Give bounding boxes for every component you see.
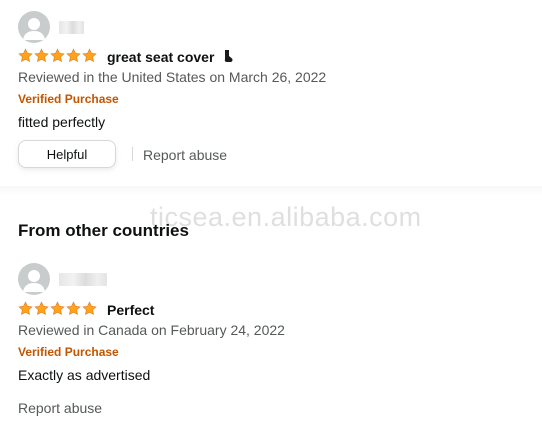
user-silhouette-icon: [23, 270, 45, 292]
section-divider: [0, 186, 542, 196]
star-icon: [34, 301, 49, 315]
section-heading: From other countries: [18, 221, 189, 240]
report-abuse-link[interactable]: Report abuse: [18, 400, 102, 416]
reviewer-avatar: [18, 11, 50, 43]
review-date: Reviewed in Canada on February 24, 2022: [18, 322, 285, 338]
review-date: Reviewed in the United States on March 2…: [18, 69, 327, 85]
star-icon: [66, 48, 81, 62]
reviewer-name-redacted: [59, 273, 107, 286]
review-body: Exactly as advertised: [18, 367, 151, 383]
helpful-button[interactable]: Helpful: [18, 140, 116, 168]
verified-purchase-badge[interactable]: Verified Purchase: [18, 92, 119, 106]
reviewer-avatar: [18, 263, 50, 295]
sock-icon: [225, 50, 233, 62]
watermark-text: ticsea.en.alibaba.com: [150, 202, 422, 232]
star-icon: [50, 48, 65, 62]
verified-purchase-badge[interactable]: Verified Purchase: [18, 345, 119, 359]
star-icon: [82, 301, 97, 315]
review-title[interactable]: Perfect: [107, 302, 154, 318]
report-abuse-link[interactable]: Report abuse: [143, 147, 227, 163]
star-icon: [18, 48, 33, 62]
star-rating: [18, 301, 97, 316]
star-rating: [18, 48, 97, 63]
star-icon: [82, 48, 97, 62]
reviewer-name-redacted: [59, 21, 84, 34]
review-title: great seat cover: [107, 49, 215, 65]
star-icon: [34, 48, 49, 62]
user-silhouette-icon: [23, 18, 45, 40]
action-separator: [132, 147, 133, 161]
star-icon: [66, 301, 81, 315]
star-icon: [18, 301, 33, 315]
review-body: fitted perfectly: [18, 114, 106, 130]
review-title-link[interactable]: great seat cover: [107, 49, 234, 65]
star-icon: [50, 301, 65, 315]
